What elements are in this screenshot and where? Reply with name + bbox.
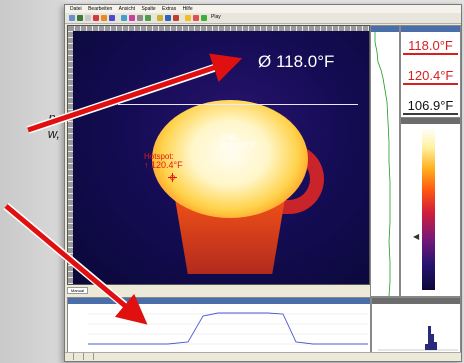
open-icon[interactable] (69, 15, 75, 21)
side-caption-text: n- w, (0, 110, 64, 142)
readout-value: 118.0°F (408, 38, 453, 53)
palette-icon[interactable] (101, 15, 107, 21)
hotspot-crosshair-icon[interactable] (168, 173, 177, 182)
view-tab-strip: Manual (67, 286, 370, 296)
line-profile-chart (67, 297, 371, 355)
average-temperature-label: Ø 118.0°F (258, 52, 335, 71)
chart-icon[interactable] (165, 15, 171, 21)
cup-label-title: Cup: (220, 132, 237, 141)
side-caption-line: w, (47, 126, 60, 141)
menu-item-view[interactable]: Ansicht (119, 6, 135, 12)
status-cell (65, 353, 74, 360)
line-tool-icon[interactable] (137, 15, 143, 21)
menu-item-file[interactable]: Datei (70, 6, 82, 12)
status-bar (65, 352, 461, 361)
vertical-chart-plot (374, 32, 391, 296)
status-cell (85, 353, 95, 360)
histogram-plot (378, 326, 458, 351)
measurement-line[interactable] (118, 104, 358, 105)
color-scale-bar[interactable] (422, 128, 435, 290)
profile-chart-plot (88, 312, 368, 345)
thermal-image-panel[interactable]: Ø 118.0°F Cup: Ø 118.0°F Hotspot: ↑ 120.… (67, 25, 370, 285)
menu-bar: Datei Bearbeiten Ansicht Spalte Extras H… (65, 5, 461, 13)
menu-item-column[interactable]: Spalte (141, 6, 155, 12)
vertical-chart-line (374, 32, 391, 296)
color-scale-title-bar (401, 118, 460, 124)
readout-level-bar (403, 113, 458, 115)
thermal-analysis-window: Datei Bearbeiten Ansicht Spalte Extras H… (64, 4, 462, 362)
area-tool-icon[interactable] (129, 15, 135, 21)
vertical-temperature-chart (370, 25, 400, 297)
readout-level-bar (403, 53, 458, 55)
tab-manual[interactable]: Manual (67, 287, 89, 294)
scale-marker-icon[interactable]: ◀ (413, 232, 419, 241)
zoom-icon[interactable] (109, 15, 115, 21)
settings-icon[interactable] (157, 15, 163, 21)
top-ruler (68, 26, 369, 31)
spot-tool-icon[interactable] (121, 15, 127, 21)
menu-item-help[interactable]: Hilfe (183, 6, 193, 12)
save-icon[interactable] (77, 15, 83, 21)
menu-item-extras[interactable]: Extras (162, 6, 176, 12)
histogram-panel (371, 297, 461, 355)
readout-hotspot[interactable]: 120.4°F (403, 64, 458, 94)
toolbar: Play (65, 13, 461, 24)
readout-value: 106.9°F (407, 98, 454, 113)
play-icon[interactable] (201, 15, 207, 21)
snapshot-icon[interactable] (185, 15, 191, 21)
readout-value: 120.4°F (407, 68, 454, 83)
print-icon[interactable] (85, 15, 91, 21)
readouts-title-bar (401, 26, 460, 32)
menu-item-edit[interactable]: Bearbeiten (88, 6, 112, 12)
cup-area-label: Cup: Ø 118.0°F (220, 132, 256, 150)
status-cell (75, 353, 85, 360)
hotspot-label: Hotspot: ↑ 120.4°F (144, 152, 183, 170)
play-button[interactable]: Play (211, 14, 221, 20)
alarm-icon[interactable] (173, 15, 179, 21)
left-ruler (68, 26, 73, 284)
cup-label-value: Ø 118.0°F (220, 141, 256, 150)
color-scale-panel: ◀ (400, 117, 461, 297)
side-caption-line: n- (48, 110, 60, 125)
profile-line (88, 312, 368, 345)
readout-level-bar (403, 83, 458, 85)
hotspot-label-value: ↑ 120.4°F (144, 160, 183, 170)
readout-average[interactable]: 118.0°F (403, 34, 458, 64)
record-icon[interactable] (93, 15, 99, 21)
stop-icon[interactable] (193, 15, 199, 21)
grid-icon[interactable] (145, 15, 151, 21)
